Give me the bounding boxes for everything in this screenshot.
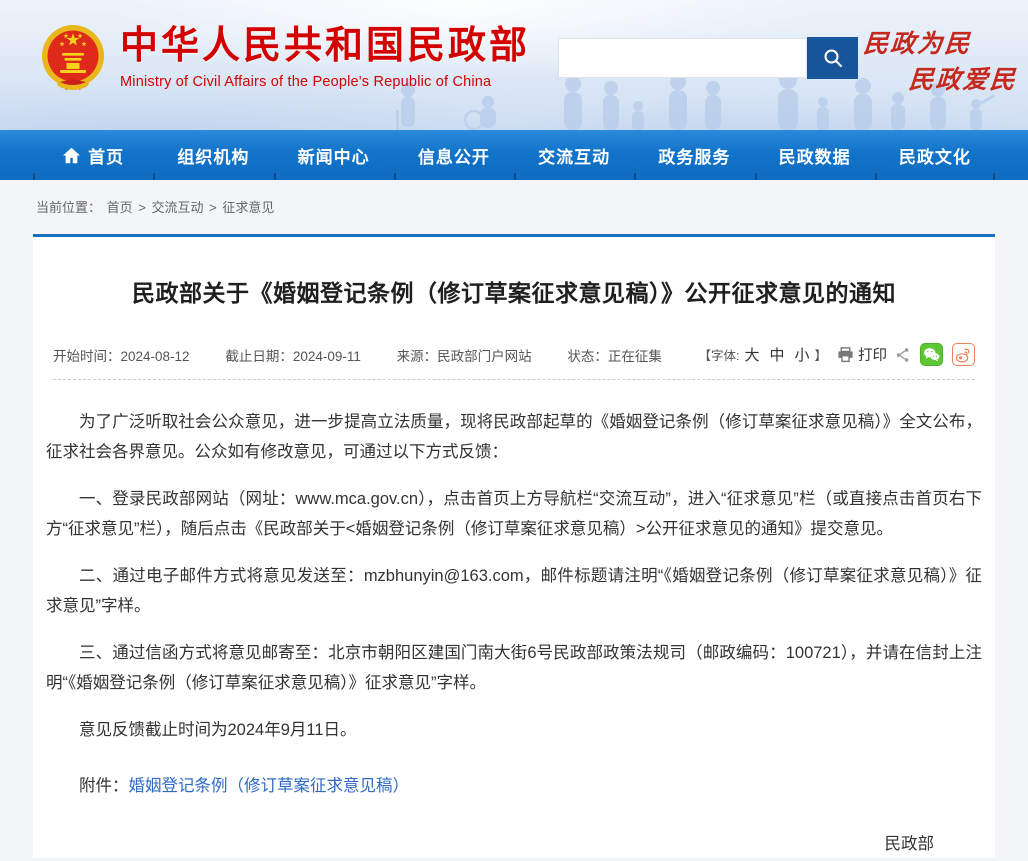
signature-org: 民政部	[885, 829, 935, 859]
font-medium-button[interactable]: 中	[769, 344, 784, 365]
nav-item-label: 民政文化	[899, 143, 971, 168]
search-icon	[821, 46, 845, 70]
site-logo[interactable]: 中华人民共和国民政部 Ministry of Civil Affairs of …	[36, 20, 530, 104]
nav-item-organization[interactable]: 组织机构	[153, 130, 273, 180]
search-button[interactable]	[807, 37, 858, 79]
attachment-link[interactable]: 婚姻登记条例（修订草案征求意见稿）	[129, 777, 410, 795]
meta-start-label: 开始时间：	[53, 349, 121, 364]
breadcrumb-separator: >	[209, 200, 217, 215]
breadcrumb-current[interactable]: 征求意见	[222, 200, 274, 215]
search-box	[558, 37, 858, 79]
printer-icon	[837, 347, 854, 363]
site-title: 中华人民共和国民政部	[120, 22, 530, 70]
article-tools: 【字体: 大 中 小 】 打印	[698, 343, 975, 366]
print-label: 打印	[858, 344, 887, 365]
meta-end-label: 截止日期：	[225, 349, 293, 364]
nav-item-data[interactable]: 民政数据	[755, 130, 875, 180]
share-button[interactable]	[895, 347, 911, 363]
site-title-block: 中华人民共和国民政部 Ministry of Civil Affairs of …	[120, 20, 530, 90]
paragraph: 三、通过信函方式将意见邮寄至：北京市朝阳区建国门南大街6号民政部政策法规司（邮政…	[46, 638, 982, 698]
nav-item-label: 信息公开	[418, 143, 490, 168]
paragraph: 二、通过电子邮件方式将意见发送至：mzbhunyin@163.com，邮件标题请…	[46, 561, 982, 621]
meta-end-value: 2024-09-11	[293, 349, 361, 364]
nav-item-label: 民政数据	[779, 143, 851, 168]
breadcrumb-home[interactable]: 首页	[107, 200, 133, 215]
nav-item-label: 政务服务	[658, 143, 730, 168]
font-small-button[interactable]: 小	[794, 344, 809, 365]
nav-item-services[interactable]: 政务服务	[634, 130, 754, 180]
breadcrumb: 当前位置： 首页 > 交流互动 > 征求意见	[0, 180, 1028, 234]
article-body: 为了广泛听取社会公众意见，进一步提高立法质量，现将民政部起草的《婚姻登记条例（修…	[33, 380, 995, 861]
print-button[interactable]: 打印	[837, 344, 887, 365]
font-large-button[interactable]: 大	[744, 344, 759, 365]
breadcrumb-separator: >	[138, 200, 146, 215]
nav-item-culture[interactable]: 民政文化	[875, 130, 995, 180]
nav-item-label: 首页	[88, 143, 124, 168]
main-nav: 首页 组织机构 新闻中心 信息公开 交流互动 政务服务 民政数据 民政文化	[0, 130, 1028, 180]
paragraph: 为了广泛听取社会公众意见，进一步提高立法质量，现将民政部起草的《婚姻登记条例（修…	[46, 407, 982, 467]
wechat-share-button[interactable]	[920, 343, 943, 366]
slogan-line1: 民政为民	[862, 29, 972, 58]
meta-status-value: 正在征集	[608, 349, 662, 364]
paragraph: 一、登录民政部网站（网址：www.mca.gov.cn），点击首页上方导航栏“交…	[46, 484, 982, 544]
meta-status-label: 状态：	[567, 349, 608, 364]
article-card: 民政部关于《婚姻登记条例（修订草案征求意见稿）》公开征求意见的通知 开始时间：2…	[33, 234, 995, 858]
breadcrumb-interaction[interactable]: 交流互动	[152, 200, 204, 215]
article-meta-row: 开始时间：2024-08-12 截止日期：2024-09-11 来源：民政部门户…	[33, 343, 995, 366]
font-size-control: 【字体: 大 中 小 】	[698, 344, 827, 365]
slogan-calligraphy: 民政为民 民政爱民	[859, 26, 1028, 98]
meta-start-value: 2024-08-12	[121, 349, 190, 364]
article-title: 民政部关于《婚姻登记条例（修订草案征求意见稿）》公开征求意见的通知	[33, 237, 995, 308]
nav-item-label: 组织机构	[177, 143, 249, 168]
signature-block: 民政部 2024年8月12日	[46, 829, 982, 861]
national-emblem-icon	[36, 20, 110, 104]
site-subtitle: Ministry of Civil Affairs of the People'…	[120, 74, 530, 90]
meta-source-label: 来源：	[397, 349, 438, 364]
nav-item-home[interactable]: 首页	[33, 130, 153, 180]
nav-item-label: 交流互动	[538, 143, 610, 168]
article-meta: 开始时间：2024-08-12 截止日期：2024-09-11 来源：民政部门户…	[53, 345, 694, 365]
nav-item-news[interactable]: 新闻中心	[274, 130, 394, 180]
nav-item-label: 新闻中心	[298, 143, 370, 168]
nav-item-info-disclosure[interactable]: 信息公开	[394, 130, 514, 180]
site-header: 中华人民共和国民政部 Ministry of Civil Affairs of …	[0, 0, 1028, 130]
nav-item-interaction[interactable]: 交流互动	[514, 130, 634, 180]
weibo-icon	[955, 347, 972, 363]
font-ctrl-open: 【字体:	[698, 345, 739, 364]
home-icon	[62, 147, 81, 164]
attachment-row: 附件：婚姻登记条例（修订草案征求意见稿）	[46, 771, 982, 801]
search-input[interactable]	[558, 38, 807, 78]
share-nodes-icon	[895, 347, 911, 363]
paragraph: 意见反馈截止时间为2024年9月11日。	[46, 715, 982, 745]
wechat-icon	[923, 347, 940, 362]
attachment-label: 附件：	[79, 777, 129, 795]
breadcrumb-label: 当前位置：	[36, 200, 101, 215]
slogan-line2: 民政爱民	[907, 62, 1028, 98]
font-ctrl-close: 】	[814, 345, 827, 364]
weibo-share-button[interactable]	[952, 343, 975, 366]
meta-source-value: 民政部门户网站	[437, 349, 532, 364]
